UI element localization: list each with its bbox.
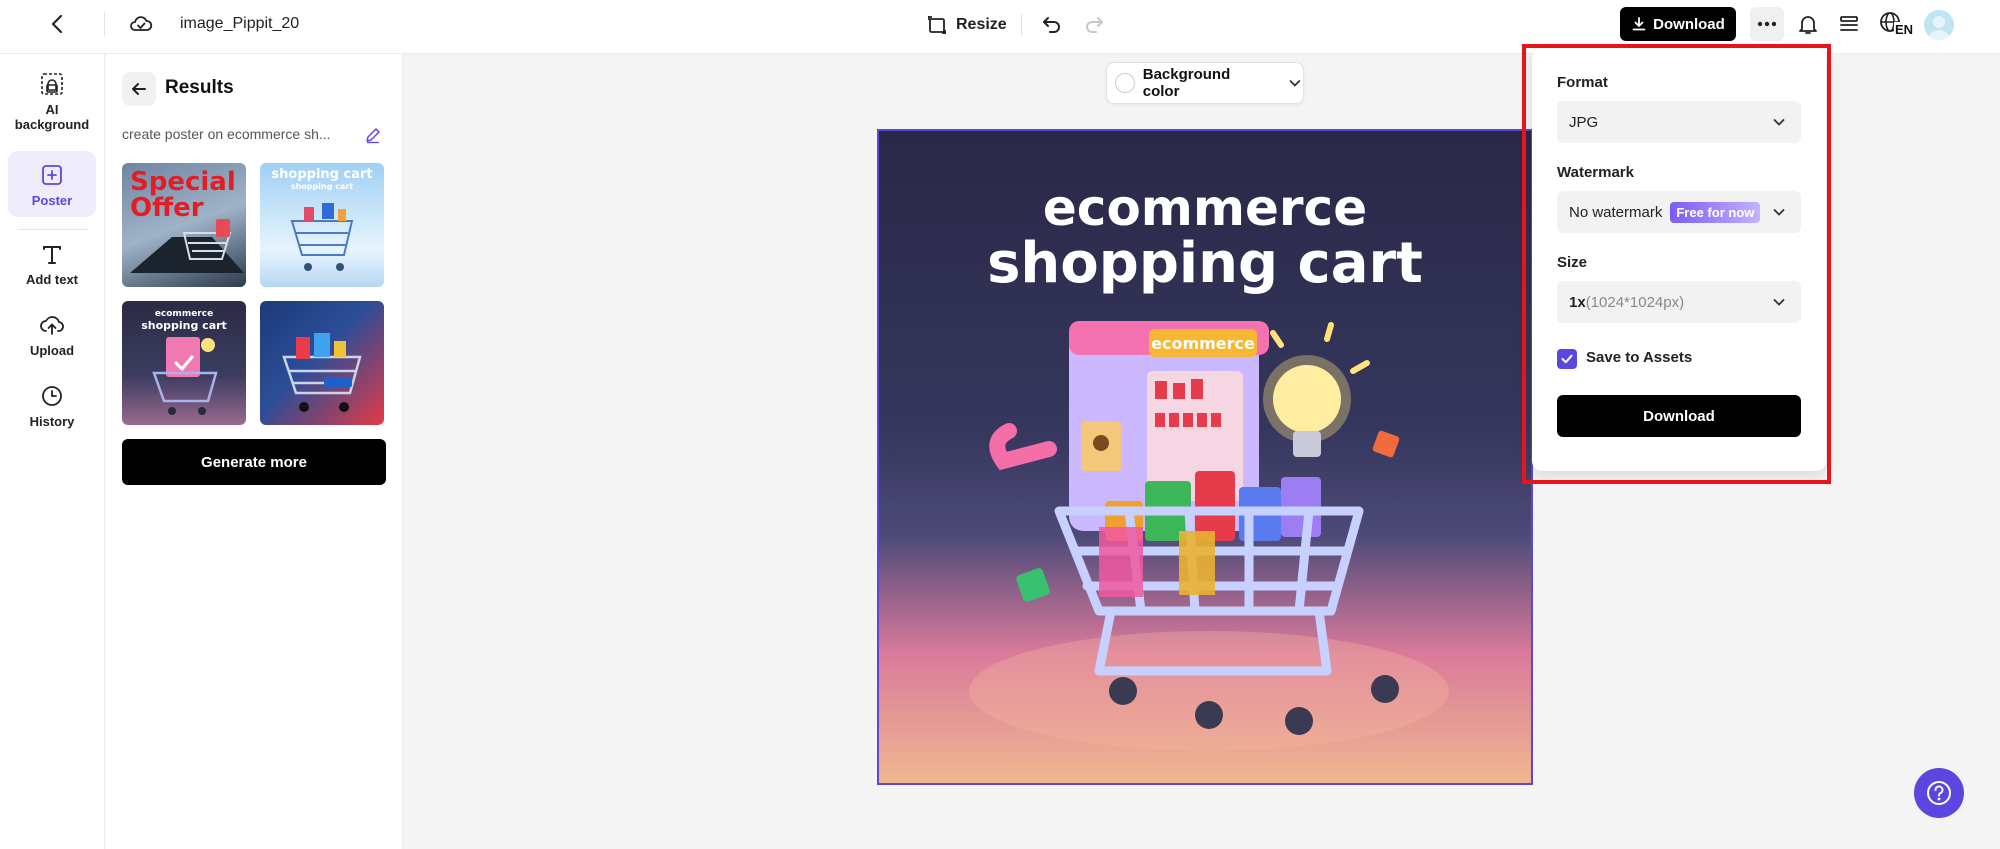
- size-label: Size: [1557, 254, 1588, 271]
- result-thumbnail-selected[interactable]: ecommerce shopping cart: [122, 301, 246, 425]
- selected-check-icon: [174, 355, 194, 371]
- more-options-icon[interactable]: [1750, 7, 1784, 41]
- language-code: EN: [1894, 22, 1915, 37]
- size-select[interactable]: 1x (1024*1024px): [1557, 281, 1801, 323]
- rail-item-upload[interactable]: Upload: [8, 311, 96, 371]
- download-icon: [1632, 17, 1646, 31]
- bell-icon[interactable]: [1795, 11, 1821, 37]
- generate-more-button[interactable]: Generate more: [122, 439, 386, 485]
- popover-download-button[interactable]: Download: [1557, 395, 1801, 437]
- layers-icon[interactable]: [1836, 11, 1862, 37]
- divider: [18, 229, 88, 230]
- back-arrow-icon[interactable]: [122, 72, 156, 106]
- result-thumbnail[interactable]: [260, 301, 384, 425]
- shopping-cart-illustration: ecommerce: [969, 321, 1449, 751]
- cart-illustration: [290, 203, 354, 271]
- watermark-label: Watermark: [1557, 164, 1634, 181]
- result-thumbnail[interactable]: Special Offer: [122, 163, 246, 287]
- save-to-assets-checkbox[interactable]: [1557, 349, 1577, 369]
- chevron-down-icon: [1289, 80, 1301, 87]
- poster-canvas[interactable]: ecommerce shopping cart ecommerce: [877, 129, 1533, 785]
- format-value: JPG: [1569, 113, 1599, 131]
- help-question-icon[interactable]: [1914, 768, 1964, 818]
- rail-item-history[interactable]: History: [8, 382, 96, 442]
- panel-title: Results: [165, 77, 234, 98]
- divider: [1021, 14, 1022, 36]
- checkmark-icon: [1561, 354, 1573, 364]
- resize-icon: [928, 16, 946, 34]
- chevron-down-icon: [1773, 209, 1785, 216]
- divider: [104, 12, 105, 36]
- left-rail: AI background Poster Add text Upload His…: [0, 54, 105, 849]
- resize-button[interactable]: Resize: [926, 12, 1007, 38]
- result-thumbnail[interactable]: shopping cart shopping cart: [260, 163, 384, 287]
- edit-pencil-icon[interactable]: [364, 126, 382, 144]
- cart-illustration: [282, 333, 362, 412]
- poster-icon: [42, 165, 62, 185]
- undo-icon[interactable]: [1040, 12, 1064, 36]
- watermark-select[interactable]: No watermark Free for now: [1557, 191, 1801, 233]
- color-swatch: [1115, 73, 1135, 93]
- format-label: Format: [1557, 74, 1608, 91]
- cloud-sync-icon[interactable]: [128, 11, 154, 37]
- save-to-assets-label[interactable]: Save to Assets: [1586, 349, 1692, 366]
- rail-item-poster[interactable]: Poster: [8, 151, 96, 217]
- project-name[interactable]: image_Pippit_20: [180, 15, 299, 33]
- size-dimensions: (1024*1024px): [1585, 293, 1685, 311]
- text-icon: [43, 246, 61, 264]
- download-settings-popover: Format JPG Watermark No watermark Free f…: [1532, 48, 1826, 471]
- background-color-dropdown[interactable]: Background color: [1106, 62, 1304, 104]
- history-icon: [42, 386, 62, 406]
- download-button[interactable]: Download: [1620, 7, 1736, 41]
- upload-icon: [40, 316, 64, 335]
- redo-icon[interactable]: [1082, 12, 1106, 36]
- prompt-text: create poster on ecommerce sh...: [122, 126, 331, 142]
- format-select[interactable]: JPG: [1557, 101, 1801, 143]
- rail-item-label: AI background: [14, 102, 90, 132]
- background-color-label: Background color: [1142, 66, 1231, 100]
- chevron-down-icon: [1773, 299, 1785, 306]
- resize-label: Resize: [956, 16, 1007, 33]
- free-badge: Free for now: [1670, 201, 1761, 223]
- chevron-down-icon: [1773, 119, 1785, 126]
- rail-item-label: Upload: [29, 343, 75, 358]
- avatar[interactable]: [1924, 10, 1954, 40]
- language-globe-icon[interactable]: EN: [1878, 10, 1915, 38]
- watermark-value: No watermark: [1569, 203, 1663, 221]
- top-bar: image_Pippit_20 Resize Download EN: [0, 0, 2000, 54]
- cart-illustration: [130, 219, 244, 273]
- rail-item-label: Add text: [26, 272, 78, 287]
- back-arrow-icon[interactable]: [46, 12, 70, 36]
- ai-background-icon: [41, 73, 63, 95]
- rail-item-label: History: [29, 414, 75, 429]
- rail-item-label: Poster: [31, 193, 73, 208]
- results-panel: Results create poster on ecommerce sh...…: [105, 54, 403, 849]
- download-label: Download: [1653, 15, 1725, 33]
- rail-item-add-text[interactable]: Add text: [8, 240, 96, 300]
- poster-sign-text: ecommerce: [1151, 334, 1255, 353]
- rail-item-ai-background[interactable]: AI background: [8, 70, 96, 146]
- size-scale: 1x: [1569, 293, 1586, 311]
